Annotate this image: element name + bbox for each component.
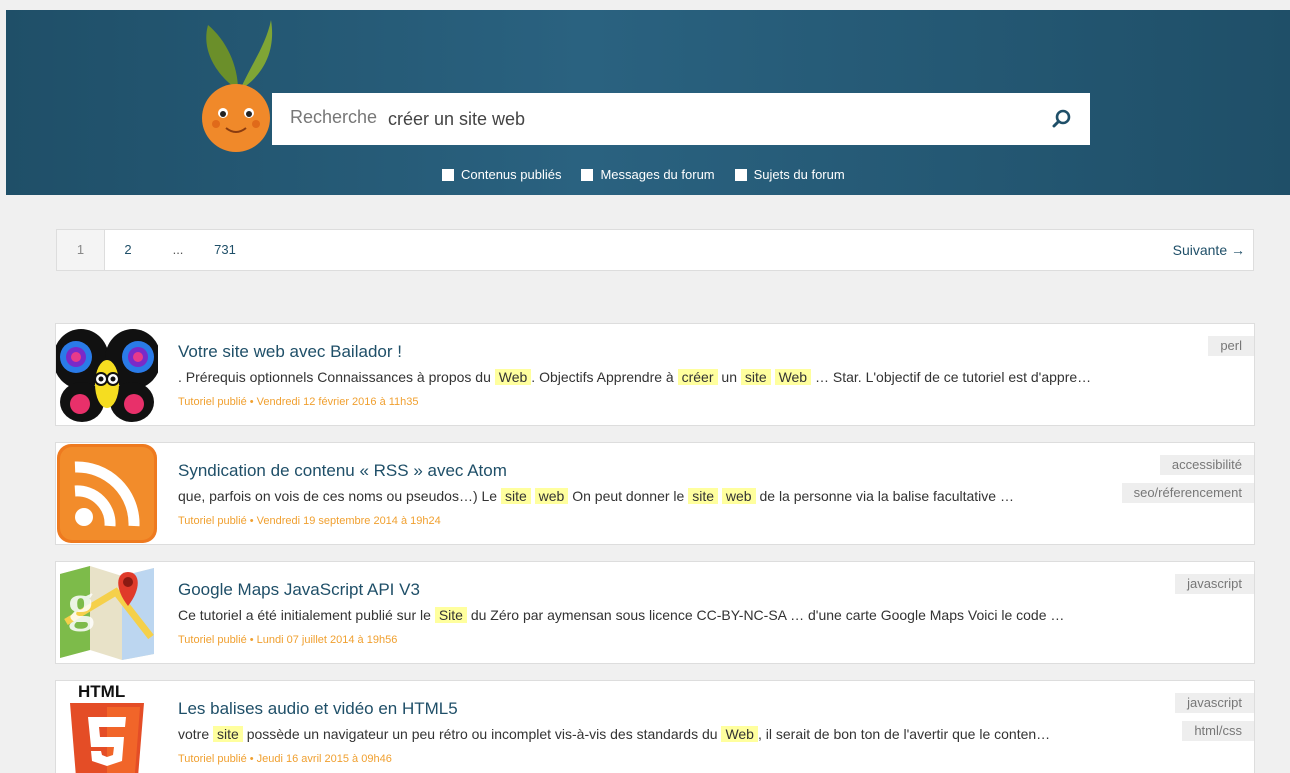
excerpt-highlight: créer xyxy=(677,369,718,385)
excerpt-highlight: Web xyxy=(774,369,812,385)
rss-feed-thumbnail[interactable] xyxy=(56,443,158,544)
next-page-link[interactable]: Suivante → xyxy=(1155,230,1245,270)
excerpt-text: … Star. L'objectif de ce tutoriel est d'… xyxy=(811,369,1092,385)
svg-text:g: g xyxy=(68,575,94,632)
filter-label: Sujets du forum xyxy=(753,167,845,182)
excerpt-text: de la personne via la balise facultative… xyxy=(755,488,1014,504)
search-label: Recherche xyxy=(290,107,378,127)
excerpt-text: , il serait de bon ton de l'avertir que … xyxy=(757,726,1051,742)
excerpt-text: un xyxy=(717,369,741,385)
search-icon[interactable] xyxy=(1050,107,1074,131)
search-filters: Contenus publiés Messages du forum Sujet… xyxy=(442,167,845,182)
tag[interactable]: perl xyxy=(1208,336,1254,356)
result-title[interactable]: Votre site web avec Bailador ! xyxy=(178,342,402,362)
excerpt-text xyxy=(771,369,775,385)
search-header: Recherche Contenus publiés Messages du f… xyxy=(6,10,1290,195)
clementine-logo[interactable] xyxy=(196,20,276,160)
excerpt-highlight: web xyxy=(534,488,569,504)
excerpt-text: . Objectifs Apprendre à xyxy=(531,369,678,385)
tag[interactable]: html/css xyxy=(1182,721,1254,741)
tag[interactable]: javascript xyxy=(1175,574,1254,594)
result-tags: accessibilité seo/réferencement xyxy=(1121,455,1254,503)
filter-published-contents[interactable]: Contenus publiés xyxy=(442,167,561,182)
excerpt-highlight: site xyxy=(500,488,531,504)
search-input[interactable] xyxy=(388,105,1008,133)
result-excerpt: que, parfois on vois de ces noms ou pseu… xyxy=(178,488,1158,504)
excerpt-highlight: Web xyxy=(494,369,532,385)
result-meta: Tutoriel publié • Jeudi 16 avril 2015 à … xyxy=(178,753,392,765)
filter-forum-topics[interactable]: Sujets du forum xyxy=(734,167,845,182)
result-title[interactable]: Syndication de contenu « RSS » avec Atom xyxy=(178,461,507,481)
result-excerpt: votre site possède un navigateur un peu … xyxy=(178,726,1158,742)
excerpt-highlight: site xyxy=(740,369,771,385)
filter-label: Messages du forum xyxy=(600,167,715,182)
result-meta: Tutoriel publié • Lundi 07 juillet 2014 … xyxy=(178,634,398,646)
excerpt-text: possède un navigateur un peu rétro ou in… xyxy=(242,726,722,742)
html5-logo-text: HTML xyxy=(78,682,125,701)
pagination: 1 2 ... 731 Suivante → xyxy=(56,229,1254,271)
checkbox-icon[interactable] xyxy=(581,168,594,181)
excerpt-text: du Zéro par aymensan sous licence CC-BY-… xyxy=(466,607,1065,623)
page-2-link[interactable]: 2 xyxy=(113,230,143,270)
result-item: g Google Maps JavaScript API V3 Ce tutor… xyxy=(55,561,1255,664)
tag[interactable]: javascript xyxy=(1175,693,1254,713)
tag[interactable]: seo/réferencement xyxy=(1121,483,1254,503)
result-tags: javascript xyxy=(1175,574,1254,594)
excerpt-highlight: site xyxy=(688,488,719,504)
excerpt-text: On peut donner le xyxy=(568,488,689,504)
filter-forum-messages[interactable]: Messages du forum xyxy=(581,167,715,182)
filter-label: Contenus publiés xyxy=(461,167,562,182)
checkbox-icon[interactable] xyxy=(442,168,454,181)
excerpt-highlight: Web xyxy=(721,726,758,742)
excerpt-text: Ce tutoriel a été initialement publié su… xyxy=(178,607,435,623)
excerpt-text: . Prérequis optionnels Connaissances à p… xyxy=(178,369,495,385)
search-box: Recherche xyxy=(272,93,1090,145)
excerpt-highlight: site xyxy=(213,726,243,742)
google-maps-thumbnail[interactable]: g xyxy=(56,562,158,663)
result-title[interactable]: Google Maps JavaScript API V3 xyxy=(178,580,420,600)
page-1-current: 1 xyxy=(57,230,105,270)
result-meta: Tutoriel publié • Vendredi 12 février 20… xyxy=(178,396,419,408)
result-meta: Tutoriel publié • Vendredi 19 septembre … xyxy=(178,515,441,527)
page-last-link[interactable]: 731 xyxy=(207,230,243,270)
excerpt-highlight: web xyxy=(721,488,756,504)
tag[interactable]: accessibilité xyxy=(1159,455,1254,475)
result-item: Votre site web avec Bailador ! . Prérequ… xyxy=(55,323,1255,426)
html5-thumbnail[interactable]: HTML xyxy=(56,681,158,773)
result-item: HTML Les balises audio et vidéo en HTML5… xyxy=(55,680,1255,773)
checkbox-icon[interactable] xyxy=(734,168,747,181)
excerpt-highlight: Site xyxy=(434,607,467,623)
excerpt-text: votre xyxy=(178,726,214,742)
result-excerpt: Ce tutoriel a été initialement publié su… xyxy=(178,607,1158,623)
result-title[interactable]: Les balises audio et vidéo en HTML5 xyxy=(178,699,458,719)
result-tags: javascript html/css xyxy=(1175,693,1254,741)
result-excerpt: . Prérequis optionnels Connaissances à p… xyxy=(178,369,1158,385)
result-tags: perl xyxy=(1208,336,1254,356)
excerpt-text: que, parfois on vois de ces noms ou pseu… xyxy=(178,488,501,504)
result-item: Syndication de contenu « RSS » avec Atom… xyxy=(55,442,1255,545)
page-ellipsis: ... xyxy=(172,242,184,257)
butterfly-thumbnail[interactable] xyxy=(56,324,158,425)
